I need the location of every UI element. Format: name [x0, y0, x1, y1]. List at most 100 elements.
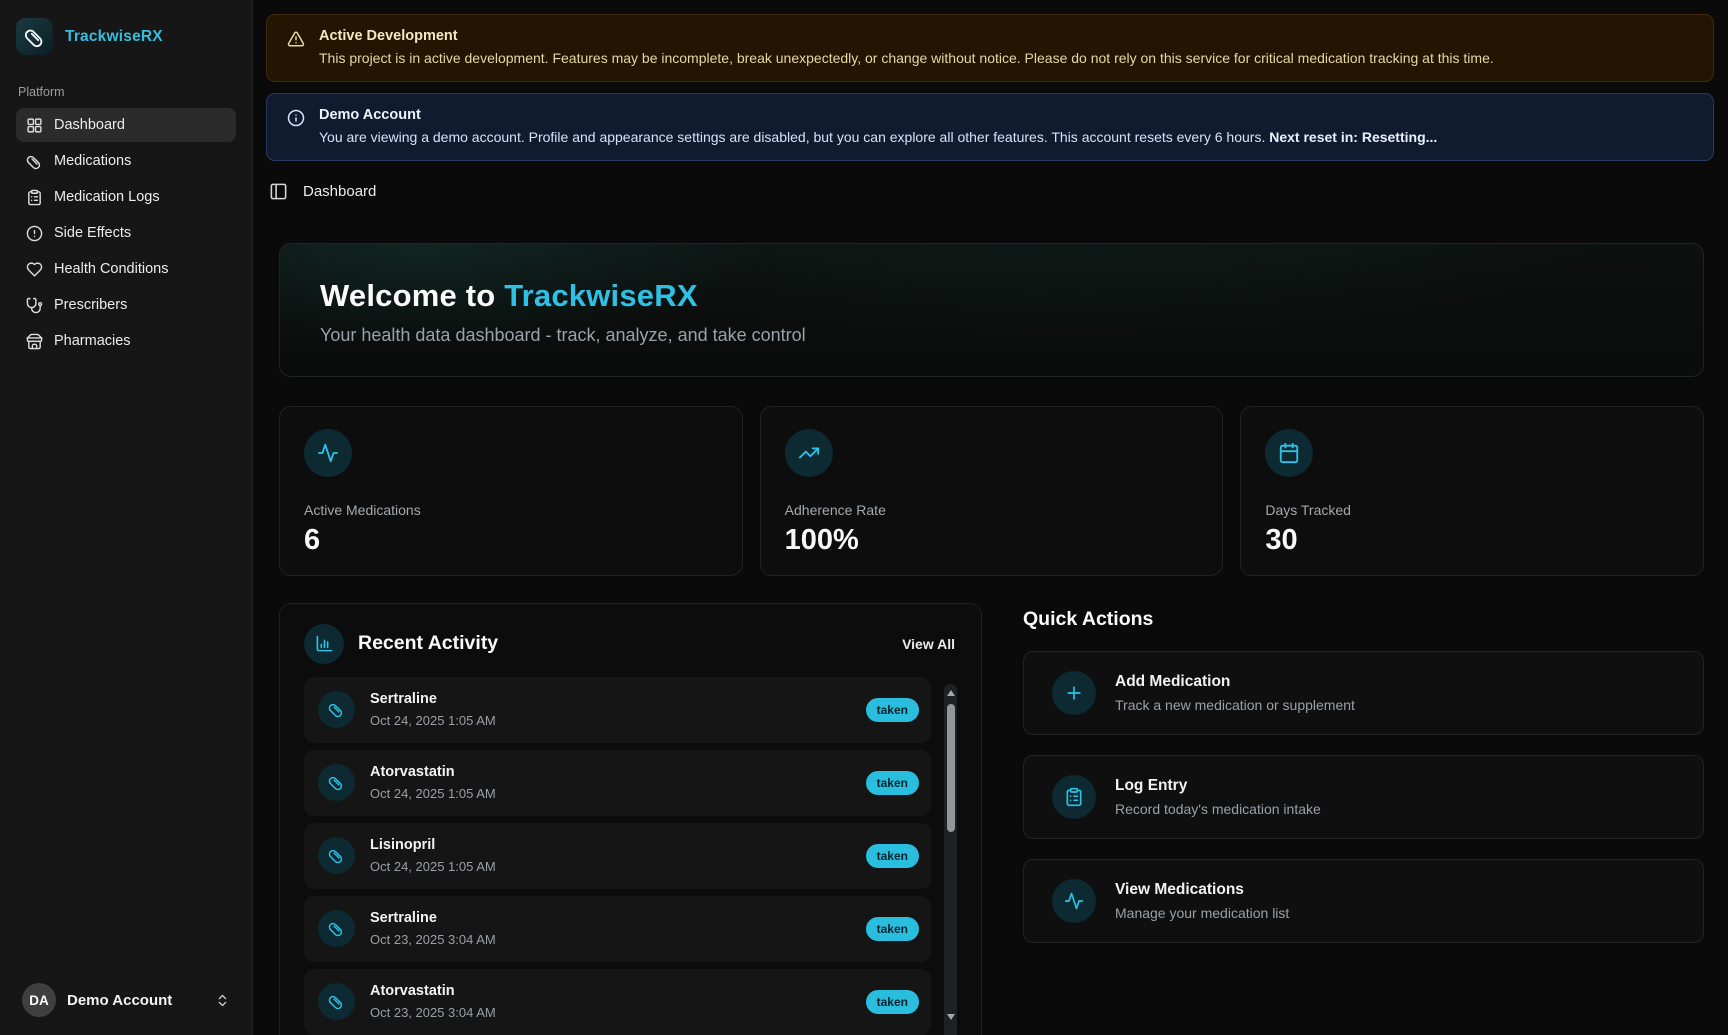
- active-development-banner: Active Development This project is in ac…: [266, 14, 1714, 82]
- stat-value: 100%: [785, 524, 1199, 557]
- brand[interactable]: TrackwiseRX: [16, 18, 236, 55]
- activity-row[interactable]: Atorvastatin Oct 24, 2025 1:05 AM taken: [304, 750, 931, 816]
- add-medication-action[interactable]: Add Medication Track a new medication or…: [1023, 651, 1704, 735]
- stat-value: 6: [304, 524, 718, 557]
- hero-subtitle: Your health data dashboard - track, anal…: [320, 325, 1663, 346]
- activity-row-text: Atorvastatin Oct 24, 2025 1:05 AM: [370, 764, 866, 801]
- stat-label: Adherence Rate: [785, 502, 1199, 518]
- view-all-link[interactable]: View All: [900, 630, 957, 658]
- info-icon: [287, 109, 305, 147]
- status-badge: taken: [866, 771, 919, 795]
- scroll-down-arrow-icon[interactable]: [947, 1014, 955, 1020]
- sidebar-item-label: Medications: [54, 153, 131, 169]
- banner-body: This project is in active development. F…: [319, 49, 1494, 68]
- pill-icon: [318, 910, 355, 947]
- stat-value: 30: [1265, 524, 1679, 557]
- activity-row[interactable]: Atorvastatin Oct 23, 2025 3:04 AM taken: [304, 969, 931, 1035]
- sidebar-nav: Dashboard Medications Medication Logs Si…: [16, 108, 236, 358]
- brand-name: TrackwiseRX: [65, 28, 163, 46]
- activity-row-text: Sertraline Oct 24, 2025 1:05 AM: [370, 691, 866, 728]
- sidebar-item-label: Prescribers: [54, 297, 127, 313]
- log-timestamp: Oct 24, 2025 1:05 AM: [370, 859, 866, 874]
- sidebar-item-prescribers[interactable]: Prescribers: [16, 288, 236, 322]
- status-badge: taken: [866, 844, 919, 868]
- status-badge: taken: [866, 917, 919, 941]
- section-title: Quick Actions: [1023, 608, 1704, 631]
- avatar: DA: [22, 983, 56, 1017]
- activity-row[interactable]: Sertraline Oct 23, 2025 3:04 AM taken: [304, 896, 931, 962]
- stat-card-active-medications: Active Medications 6: [279, 406, 743, 576]
- recent-activity-header: Recent Activity View All: [304, 624, 957, 664]
- sidebar-item-label: Dashboard: [54, 117, 125, 133]
- pill-icon: [26, 153, 43, 170]
- action-description: Record today's medication intake: [1115, 801, 1321, 817]
- stat-card-adherence-rate: Adherence Rate 100%: [760, 406, 1224, 576]
- action-text: View Medications Manage your medication …: [1115, 881, 1289, 921]
- activity-row-text: Atorvastatin Oct 23, 2025 3:04 AM: [370, 983, 866, 1020]
- clipboard-list-icon: [26, 189, 43, 206]
- sidebar-item-label: Side Effects: [54, 225, 131, 241]
- main-content: Active Development This project is in ac…: [253, 0, 1728, 1035]
- panel-left-icon[interactable]: [269, 182, 288, 201]
- action-description: Track a new medication or supplement: [1115, 697, 1355, 713]
- sidebar-item-pharmacies[interactable]: Pharmacies: [16, 324, 236, 358]
- store-icon: [26, 333, 43, 350]
- action-text: Log Entry Record today's medication inta…: [1115, 777, 1321, 817]
- activity-row-text: Lisinopril Oct 24, 2025 1:05 AM: [370, 837, 866, 874]
- vertical-scrollbar[interactable]: [944, 684, 957, 1035]
- demo-account-banner: Demo Account You are viewing a demo acco…: [266, 93, 1714, 161]
- log-timestamp: Oct 24, 2025 1:05 AM: [370, 786, 866, 801]
- stat-card-days-tracked: Days Tracked 30: [1240, 406, 1704, 576]
- account-name: Demo Account: [67, 992, 204, 1009]
- bar-chart-icon: [304, 624, 344, 664]
- medication-name: Atorvastatin: [370, 764, 866, 780]
- activity-row[interactable]: Sertraline Oct 24, 2025 1:05 AM taken: [304, 677, 931, 743]
- stat-label: Active Medications: [304, 502, 718, 518]
- sidebar-section-label: Platform: [18, 85, 236, 99]
- account-menu-button[interactable]: DA Demo Account: [16, 979, 236, 1021]
- alert-circle-icon: [26, 225, 43, 242]
- welcome-hero: Welcome to TrackwiseRX Your health data …: [279, 243, 1704, 377]
- recent-activity-card: Recent Activity View All Sertraline Oct …: [279, 603, 982, 1035]
- hero-title: Welcome to TrackwiseRX: [320, 278, 1663, 314]
- sidebar-item-dashboard[interactable]: Dashboard: [16, 108, 236, 142]
- status-badge: taken: [866, 990, 919, 1014]
- pill-icon: [318, 983, 355, 1020]
- activity-row[interactable]: Lisinopril Oct 24, 2025 1:05 AM taken: [304, 823, 931, 889]
- medication-name: Atorvastatin: [370, 983, 866, 999]
- activity-list: Sertraline Oct 24, 2025 1:05 AM taken At…: [304, 677, 957, 1035]
- stethoscope-icon: [26, 297, 43, 314]
- sidebar-item-health-conditions[interactable]: Health Conditions: [16, 252, 236, 286]
- app-window: TrackwiseRX Platform Dashboard Medicatio…: [0, 0, 1728, 1035]
- medication-name: Sertraline: [370, 910, 866, 926]
- banner-text: Demo Account You are viewing a demo acco…: [319, 107, 1437, 147]
- medication-name: Lisinopril: [370, 837, 866, 853]
- heart-icon: [26, 261, 43, 278]
- section-title: Recent Activity: [358, 632, 886, 655]
- action-title: Add Medication: [1115, 673, 1355, 691]
- log-entry-action[interactable]: Log Entry Record today's medication inta…: [1023, 755, 1704, 839]
- pill-icon: [318, 691, 355, 728]
- scrollbar-thumb[interactable]: [947, 704, 955, 832]
- view-medications-action[interactable]: View Medications Manage your medication …: [1023, 859, 1704, 943]
- plus-icon: [1052, 671, 1096, 715]
- sidebar-item-label: Medication Logs: [54, 189, 160, 205]
- pill-logo-icon: [24, 26, 46, 48]
- next-reset-text: Next reset in: Resetting...: [1269, 129, 1437, 145]
- action-title: Log Entry: [1115, 777, 1321, 795]
- medication-name: Sertraline: [370, 691, 866, 707]
- sidebar-item-medications[interactable]: Medications: [16, 144, 236, 178]
- action-title: View Medications: [1115, 881, 1289, 899]
- sidebar-item-medication-logs[interactable]: Medication Logs: [16, 180, 236, 214]
- banner-body-text: You are viewing a demo account. Profile …: [319, 129, 1269, 145]
- action-description: Manage your medication list: [1115, 905, 1289, 921]
- app-logo: [16, 18, 53, 55]
- stats-row: Active Medications 6 Adherence Rate 100%…: [279, 406, 1704, 576]
- hero-title-brand: TrackwiseRX: [504, 278, 697, 313]
- calendar-icon: [1265, 429, 1313, 477]
- triangle-alert-icon: [287, 30, 305, 68]
- action-text: Add Medication Track a new medication or…: [1115, 673, 1355, 713]
- sidebar-item-side-effects[interactable]: Side Effects: [16, 216, 236, 250]
- scroll-up-arrow-icon[interactable]: [947, 690, 955, 696]
- activity-icon: [304, 429, 352, 477]
